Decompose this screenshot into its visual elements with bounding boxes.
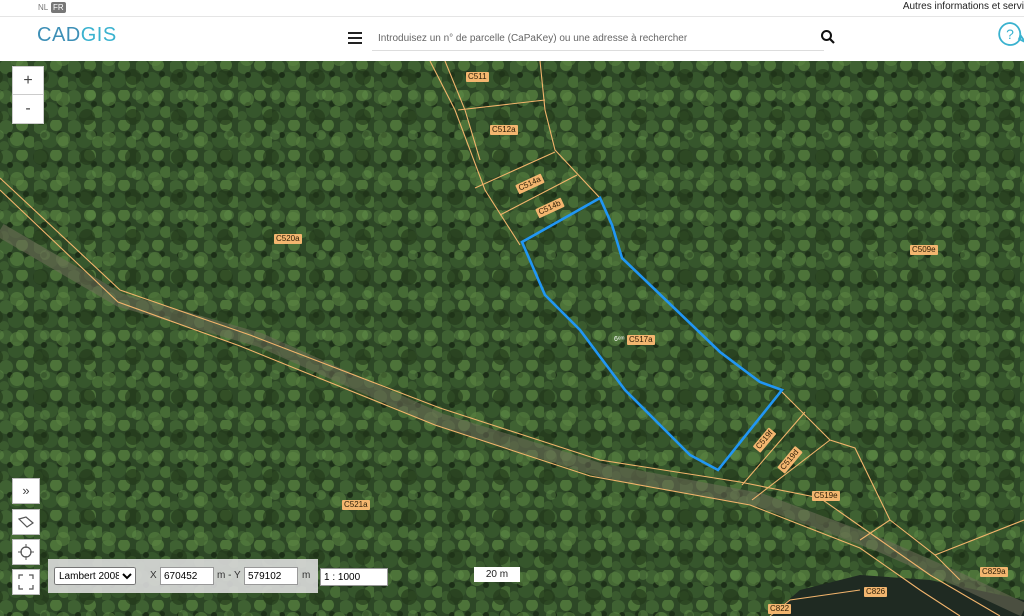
expand-panel-button[interactable]: »: [12, 478, 40, 504]
aerial-imagery: [0, 61, 1024, 616]
crosshair-icon: [18, 544, 34, 560]
parcel-label[interactable]: C519e: [812, 491, 840, 501]
parcel-label-selected[interactable]: C517a: [627, 335, 655, 345]
x-coordinate-input[interactable]: [160, 567, 214, 585]
scale-input[interactable]: [320, 568, 388, 586]
cadgis-logo[interactable]: CADGIS: [37, 24, 117, 47]
other-info-link[interactable]: Autres informations et servi: [903, 1, 1024, 12]
polygon-draw-icon: [17, 516, 34, 528]
draw-polygon-button[interactable]: [12, 509, 40, 535]
help-glyph: ?: [1006, 26, 1014, 42]
double-chevron-right-icon: »: [22, 483, 30, 498]
top-bar: NL FR Autres informations et servi: [0, 0, 1024, 17]
y-label: m - Y: [217, 570, 241, 581]
zoom-out-button[interactable]: -: [13, 94, 43, 122]
parcel-label[interactable]: C521a: [342, 500, 370, 510]
parcel-label[interactable]: C512a: [490, 125, 518, 135]
locate-button[interactable]: [12, 539, 40, 565]
menu-icon[interactable]: [348, 32, 362, 44]
coordinates-panel: Lambert 2008 X m - Y m: [48, 559, 318, 593]
fullscreen-button[interactable]: [12, 569, 40, 595]
lang-fr-link[interactable]: FR: [51, 2, 66, 13]
lang-nl-link[interactable]: NL: [36, 2, 50, 13]
parcel-label[interactable]: C509e: [910, 245, 938, 255]
parcel-label[interactable]: C520a: [274, 234, 302, 244]
parcel-label[interactable]: C826: [864, 587, 888, 597]
fullscreen-icon: [18, 574, 34, 590]
logo-text-gis: GIS: [80, 24, 117, 46]
scale-bar: 20 m: [474, 567, 520, 582]
help-icon[interactable]: ?: [996, 20, 1024, 50]
map-view[interactable]: C511 C512a C514a C514b C520a C509e 6ᵉᵐ C…: [0, 61, 1024, 616]
parcel-label[interactable]: C829a: [980, 567, 1008, 577]
x-label: X: [150, 570, 157, 581]
parcel-label[interactable]: C822: [768, 604, 792, 614]
zoom-in-button[interactable]: +: [13, 67, 43, 94]
logo-text-cad: CAD: [37, 24, 81, 46]
parcel-prefix: 6ᵉᵐ: [614, 336, 625, 343]
search-input[interactable]: [372, 26, 824, 51]
m-unit-label: m: [302, 570, 311, 581]
y-coordinate-input[interactable]: [244, 567, 298, 585]
crs-select[interactable]: Lambert 2008: [54, 567, 136, 585]
zoom-control: + -: [12, 66, 44, 124]
search-icon[interactable]: [820, 29, 836, 45]
header: CADGIS ?: [0, 17, 1024, 61]
parcel-label[interactable]: C511: [466, 72, 489, 82]
